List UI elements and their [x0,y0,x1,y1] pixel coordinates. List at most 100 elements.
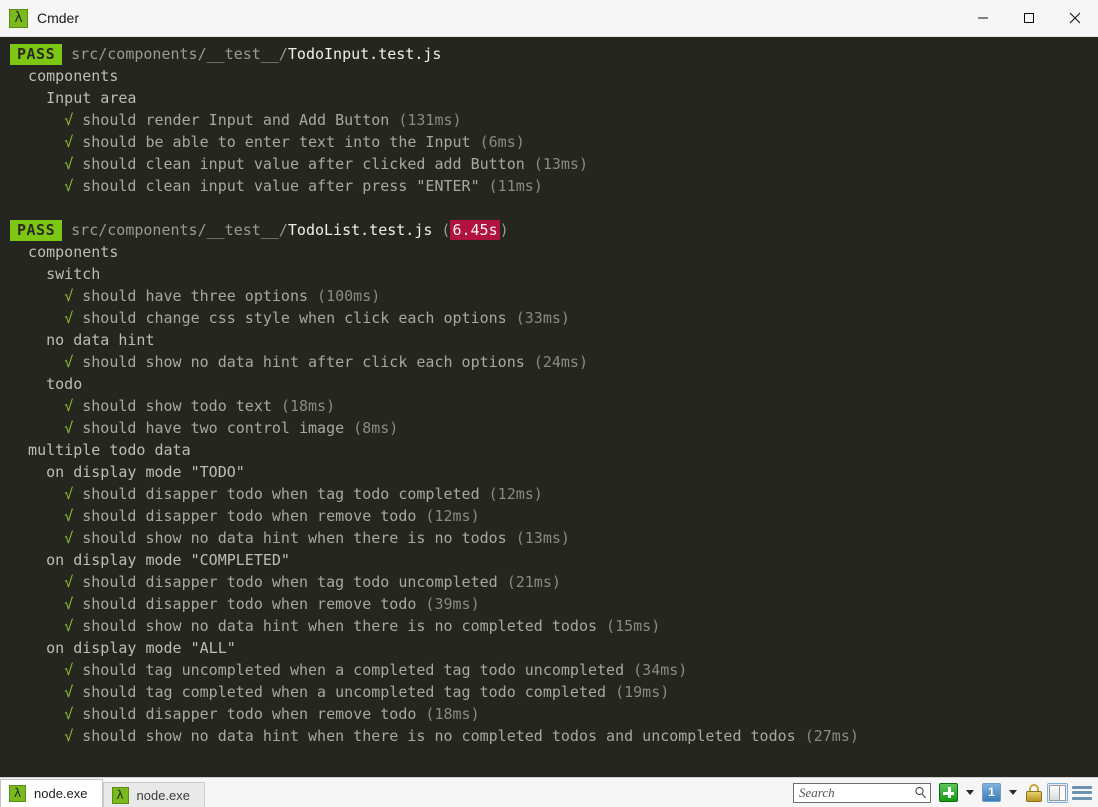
window-controls [960,0,1098,36]
test-case-name: should show no data hint when there is n… [73,617,598,635]
test-case-row: √ should disapper todo when remove todo … [10,505,1098,527]
test-file-name: TodoInput.test.js [287,45,442,63]
lambda-icon: λ [9,8,28,28]
test-case-row: √ should clean input value after clicked… [10,153,1098,175]
test-case-duration: (18ms) [271,397,336,415]
check-icon: √ [64,485,74,503]
test-suite-label: on display mode "COMPLETED" [10,551,290,569]
terminal-tab-1[interactable]: λ node.exe [102,782,205,807]
active-console-button[interactable]: 1 [982,782,1001,804]
status-bar-actions: Search 1 [793,782,1098,804]
test-case-duration: (18ms) [416,705,480,723]
test-suite-label: switch [10,265,101,283]
title-bar-left: λ Cmder [0,0,960,36]
test-case-row: √ should show no data hint when there is… [10,725,1098,747]
test-case-duration: (33ms) [506,309,570,327]
active-console-number: 1 [983,784,1000,801]
check-icon: √ [64,727,74,745]
test-case-row: √ should show todo text (18ms) [10,395,1098,417]
status-badge: PASS [10,220,63,241]
search-input[interactable]: Search [793,782,931,803]
maximize-button[interactable] [1006,0,1052,36]
check-icon: √ [64,155,74,173]
lock-icon [1025,783,1043,802]
lambda-icon: λ [111,786,129,804]
test-case-duration: (8ms) [344,419,399,437]
test-case-row: √ should tag uncompleted when a complete… [10,659,1098,681]
test-case-row: √ should tag completed when a uncomplete… [10,681,1098,703]
split-view-icon [1047,782,1068,803]
check-icon: √ [64,529,74,547]
test-case-row: √ should show no data hint after click e… [10,351,1098,373]
active-console-dropdown[interactable] [1005,782,1021,804]
test-case-name: should disapper todo when remove todo [73,507,417,525]
test-suite-label: Input area [10,89,137,107]
plus-icon [939,783,958,802]
check-icon: √ [64,133,74,151]
test-case-duration: (6ms) [470,133,525,151]
test-case-name: should render Input and Add Button [73,111,390,129]
test-case-row: √ should disapper todo when remove todo … [10,593,1098,615]
new-console-button[interactable] [939,782,958,804]
test-file-dir: src/components/__test__/ [71,45,288,63]
test-case-duration: (21ms) [497,573,561,591]
test-suite-label: on display mode "ALL" [10,639,236,657]
test-suite-label: no data hint [10,331,155,349]
test-case-duration: (24ms) [524,353,588,371]
check-icon: √ [64,573,74,591]
test-case-row: √ should disapper todo when tag todo unc… [10,571,1098,593]
test-case-name: should disapper todo when remove todo [73,595,417,613]
split-view-button[interactable] [1047,782,1068,804]
test-case-name: should change css style when click each … [73,309,507,327]
test-suite-label: on display mode "TODO" [10,463,245,481]
terminal-tab-label: node.exe [136,787,191,803]
minimize-button[interactable] [960,0,1006,36]
test-case-name: should clean input value after clicked a… [73,155,525,173]
menu-button[interactable] [1072,782,1092,804]
test-case-name: should show no data hint when there is n… [73,529,507,547]
chevron-down-icon [966,790,974,795]
tab-strip: λ node.exe λ node.exe [0,778,205,807]
close-button[interactable] [1052,0,1098,36]
test-case-row: √ should have three options (100ms) [10,285,1098,307]
check-icon: √ [64,683,74,701]
test-case-name: should disapper todo when remove todo [73,705,417,723]
test-file-dir: src/components/__test__/ [71,221,288,239]
search-icon [914,786,927,799]
title-bar: λ Cmder [0,0,1098,37]
test-case-name: should have two control image [73,419,345,437]
one-icon: 1 [982,783,1001,802]
test-case-row: √ should disapper todo when tag todo com… [10,483,1098,505]
terminal-output[interactable]: PASS src/components/__test__/TodoInput.t… [0,37,1098,777]
lock-button[interactable] [1025,782,1043,804]
terminal-text: PASS src/components/__test__/TodoInput.t… [0,43,1098,747]
lambda-icon: λ [9,785,26,802]
check-icon: √ [64,397,74,415]
check-icon: √ [64,617,74,635]
check-icon: √ [64,177,74,195]
test-suite-label: components [10,67,119,85]
test-case-row: √ should show no data hint when there is… [10,527,1098,549]
test-case-duration: (12ms) [479,485,543,503]
test-case-row: √ should render Input and Add Button (13… [10,109,1098,131]
new-console-dropdown[interactable] [962,782,978,804]
check-icon: √ [64,353,74,371]
terminal-tab-0[interactable]: λ node.exe [0,779,103,807]
check-icon: √ [64,595,74,613]
test-case-row: √ should disapper todo when remove todo … [10,703,1098,725]
test-case-row: √ should clean input value after press "… [10,175,1098,197]
test-case-name: should tag completed when a uncompleted … [73,683,607,701]
test-case-name: should disapper todo when tag todo compl… [73,485,480,503]
hamburger-icon [1072,785,1092,801]
duration-badge: 6.45s [450,220,500,240]
search-placeholder: Search [799,784,835,800]
test-suite-label: todo [10,375,83,393]
test-case-duration: (39ms) [416,595,480,613]
test-case-row: √ should have two control image (8ms) [10,417,1098,439]
test-case-name: should show no data hint after click eac… [73,353,525,371]
status-bar: λ node.exe λ node.exe Search 1 [0,777,1098,807]
terminal-tab-label: node.exe [34,786,88,801]
chevron-down-icon [1009,790,1017,795]
test-case-name: should disapper todo when tag todo uncom… [73,573,498,591]
